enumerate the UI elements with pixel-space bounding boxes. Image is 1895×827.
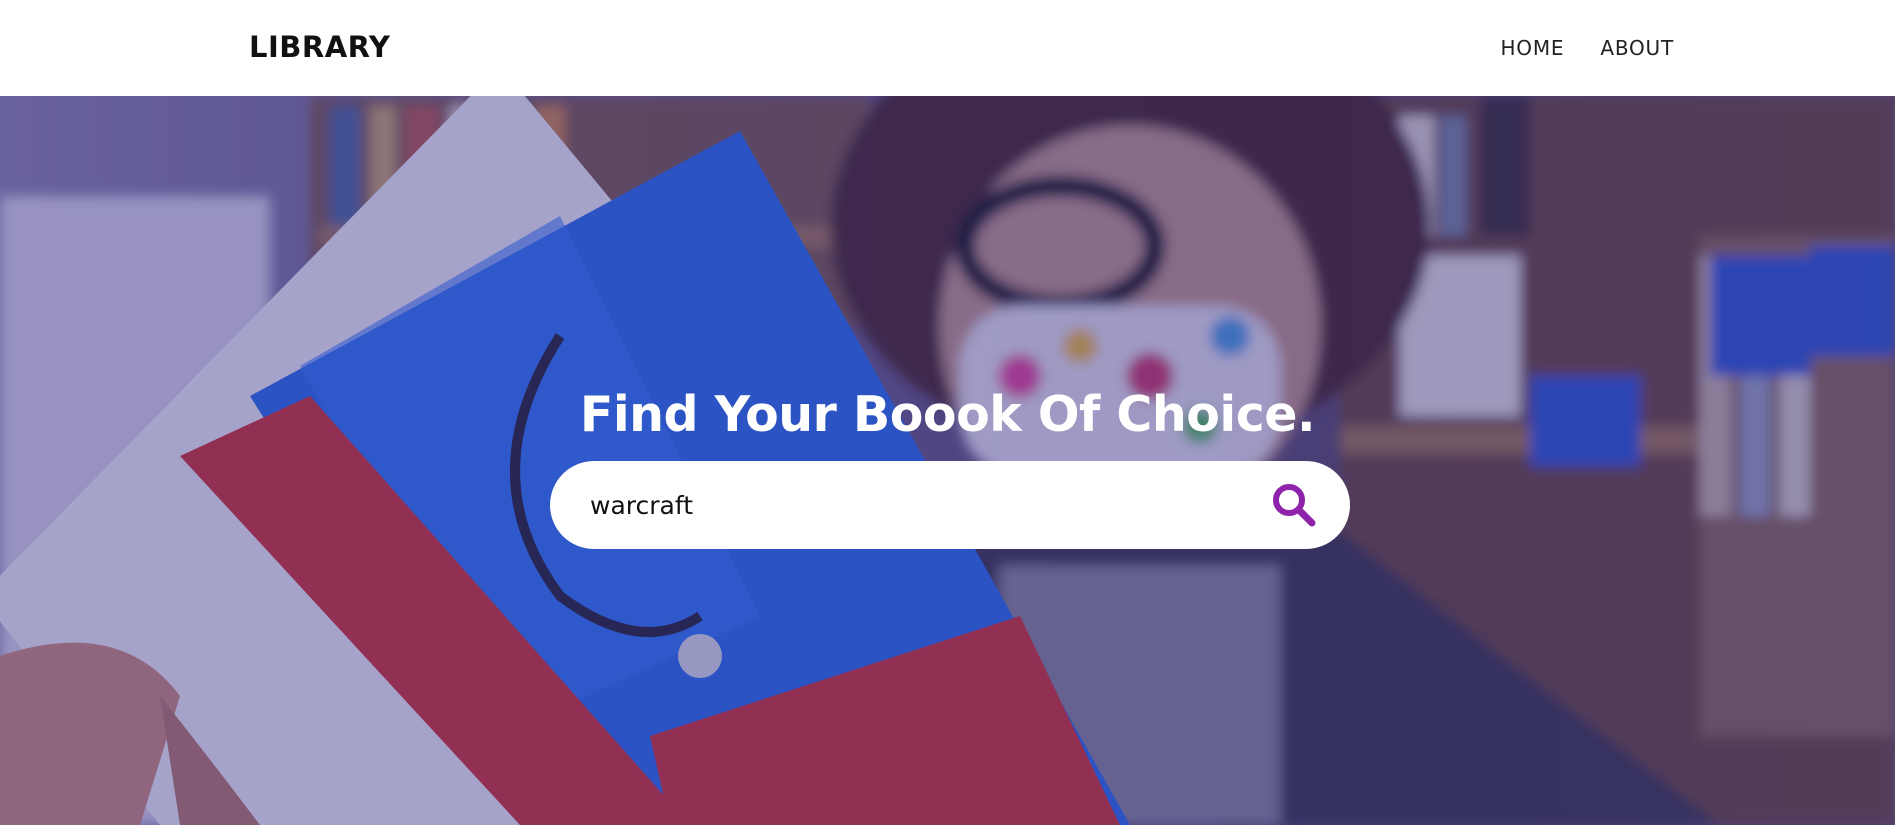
search-button[interactable] [1270, 481, 1318, 529]
nav-link-about[interactable]: ABOUT [1600, 36, 1674, 60]
search-box [550, 461, 1350, 549]
nav-link-home[interactable]: HOME [1500, 36, 1564, 60]
search-input[interactable] [590, 483, 1230, 527]
brand-logo[interactable]: LIBRARY [249, 30, 390, 64]
hero-title: Find Your Boook Of Choice. [579, 386, 1316, 443]
nav-links: HOME ABOUT [1500, 36, 1674, 60]
search-icon [1273, 484, 1316, 527]
navbar: LIBRARY HOME ABOUT [0, 0, 1895, 96]
hero-section: Find Your Boook Of Choice. [0, 96, 1895, 825]
